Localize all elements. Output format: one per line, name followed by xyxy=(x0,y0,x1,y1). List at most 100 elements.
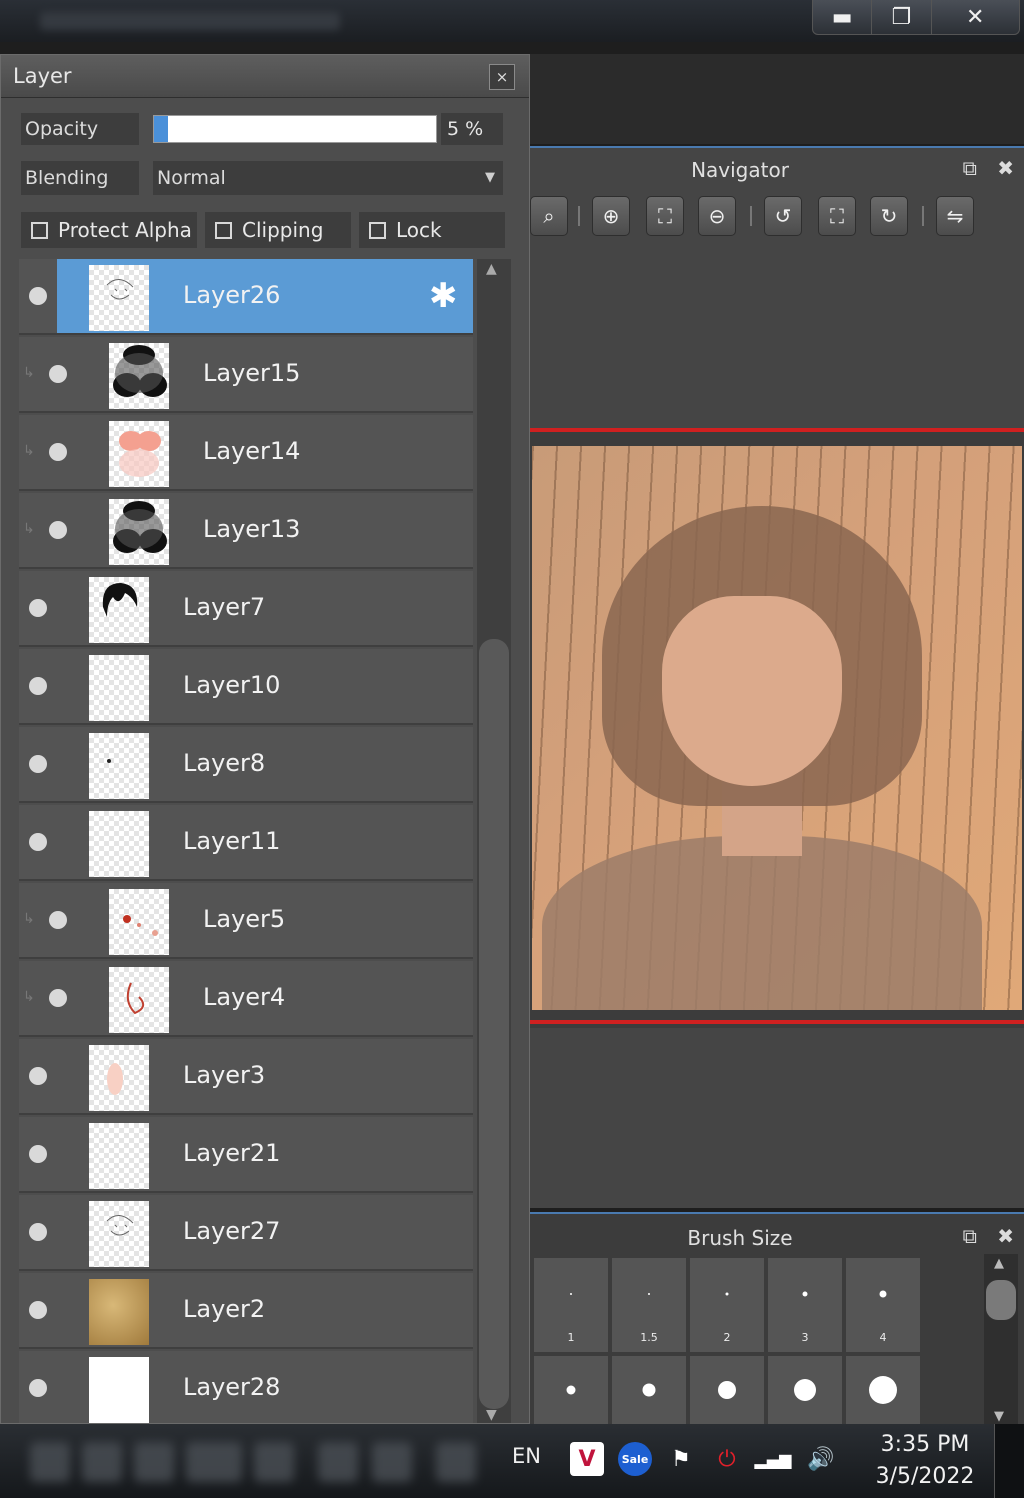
flag-icon[interactable]: ⚑ xyxy=(664,1442,698,1476)
brush-size-option[interactable]: 1.5 xyxy=(612,1258,686,1352)
visibility-toggle-icon[interactable] xyxy=(49,989,67,1007)
opacity-slider[interactable] xyxy=(153,115,437,143)
visibility-toggle-icon[interactable] xyxy=(49,443,67,461)
flip-icon[interactable]: ⇋ xyxy=(936,196,974,236)
layer-row[interactable]: Layer2 xyxy=(19,1273,473,1349)
layer-list-scrollbar[interactable]: ▲ ▼ xyxy=(477,259,511,1423)
show-desktop-button[interactable] xyxy=(994,1424,1024,1498)
layer-row[interactable]: Layer3 xyxy=(19,1039,473,1115)
protect-alpha-checkbox[interactable]: Protect Alpha xyxy=(21,212,197,248)
visibility-toggle-icon[interactable] xyxy=(29,755,47,773)
brush-size-option[interactable] xyxy=(534,1356,608,1424)
visibility-toggle-icon[interactable] xyxy=(49,911,67,929)
visibility-toggle-icon[interactable] xyxy=(49,365,67,383)
brush-size-option[interactable]: 3 xyxy=(768,1258,842,1352)
visibility-toggle-icon[interactable] xyxy=(29,599,47,617)
taskbar-app[interactable] xyxy=(318,1442,358,1482)
taskbar-app[interactable] xyxy=(372,1442,412,1482)
visibility-toggle-icon[interactable] xyxy=(29,1223,47,1241)
layer-row[interactable]: Layer26 ✱ xyxy=(19,259,473,335)
scroll-up-icon[interactable]: ▲ xyxy=(994,1256,1004,1271)
close-icon[interactable]: ✖ xyxy=(997,156,1014,180)
layer-row[interactable]: Layer21 xyxy=(19,1117,473,1193)
opacity-slider-fill xyxy=(154,116,169,142)
opacity-value[interactable]: 5 % xyxy=(441,113,503,145)
layer-row[interactable]: Layer10 xyxy=(19,649,473,725)
brush-size-option[interactable] xyxy=(612,1356,686,1424)
layer-row[interactable]: ↳ Layer13 xyxy=(19,493,473,569)
brush-size-option[interactable]: 1 xyxy=(534,1258,608,1352)
layer-row[interactable]: ↳ Layer14 xyxy=(19,415,473,491)
layer-row[interactable]: Layer7 xyxy=(19,571,473,647)
layer-name: Layer10 xyxy=(183,671,281,699)
clock-date[interactable]: 3/5/2022 xyxy=(870,1464,980,1489)
taskbar-app[interactable] xyxy=(186,1442,242,1482)
taskbar-app[interactable] xyxy=(254,1442,294,1482)
volume-icon[interactable]: 🔊 xyxy=(804,1442,838,1476)
brush-size-dot xyxy=(570,1293,572,1295)
visibility-toggle-icon[interactable] xyxy=(29,287,47,305)
brush-size-option[interactable] xyxy=(690,1356,764,1424)
scrollbar-thumb[interactable] xyxy=(986,1280,1016,1320)
popout-icon[interactable]: ⧉ xyxy=(963,156,977,180)
layer-row[interactable]: ↳ Layer4 xyxy=(19,961,473,1037)
layer-row[interactable]: ↳ Layer5 xyxy=(19,883,473,959)
brush-size-option[interactable] xyxy=(846,1356,920,1424)
close-icon[interactable]: ✖ xyxy=(997,1224,1014,1248)
layer-row[interactable]: Layer8 xyxy=(19,727,473,803)
rotate-right-icon[interactable]: ↻ xyxy=(870,196,908,236)
visibility-toggle-icon[interactable] xyxy=(29,1301,47,1319)
close-button[interactable]: ✕ xyxy=(932,0,1019,34)
layer-panel-header: Layer × xyxy=(1,55,529,98)
zoom-fit-icon[interactable]: ⌕ xyxy=(530,196,568,236)
scrollbar-thumb[interactable] xyxy=(479,639,509,1409)
blending-mode-select[interactable]: Normal ▼ xyxy=(153,161,503,195)
vivaldi-icon[interactable]: V xyxy=(570,1442,604,1476)
brush-size-option[interactable] xyxy=(768,1356,842,1424)
popout-icon[interactable]: ⧉ xyxy=(963,1224,977,1248)
scroll-down-icon[interactable]: ▼ xyxy=(486,1407,497,1423)
taskbar-app[interactable] xyxy=(436,1442,476,1482)
taskbar-app[interactable] xyxy=(82,1442,122,1482)
minimize-button[interactable]: ▬ xyxy=(813,0,873,34)
signal-icon[interactable]: ▂▄▆ xyxy=(755,1442,792,1476)
visibility-toggle-icon[interactable] xyxy=(29,677,47,695)
layer-name: Layer15 xyxy=(203,359,301,387)
taskbar-app[interactable] xyxy=(134,1442,174,1482)
visibility-toggle-icon[interactable] xyxy=(29,833,47,851)
layer-panel-close-button[interactable]: × xyxy=(489,64,515,90)
fit-screen-icon[interactable]: ⛶ xyxy=(646,196,684,236)
reset-view-icon[interactable]: ⛶ xyxy=(818,196,856,236)
layer-row[interactable]: ↳ Layer15 xyxy=(19,337,473,413)
layer-row[interactable]: Layer27 xyxy=(19,1195,473,1271)
clipping-checkbox[interactable]: Clipping xyxy=(205,212,351,248)
layer-settings-gear-icon[interactable]: ✱ xyxy=(429,277,458,315)
scroll-down-icon[interactable]: ▼ xyxy=(994,1409,1004,1424)
sale-icon[interactable]: Sale xyxy=(618,1442,652,1476)
brush-size-scrollbar[interactable]: ▲ ▼ xyxy=(984,1254,1018,1424)
visibility-toggle-icon[interactable] xyxy=(29,1145,47,1163)
visibility-toggle-icon[interactable] xyxy=(49,521,67,539)
brush-size-option[interactable]: 4 xyxy=(846,1258,920,1352)
brush-size-option[interactable]: 2 xyxy=(690,1258,764,1352)
restore-button[interactable]: ❐ xyxy=(872,0,932,34)
clipping-indicator-icon: ↳ xyxy=(23,911,35,927)
rotate-left-icon[interactable]: ↺ xyxy=(764,196,802,236)
lock-checkbox[interactable]: Lock xyxy=(359,212,505,248)
visibility-toggle-icon[interactable] xyxy=(29,1379,47,1397)
layer-row[interactable]: Layer11 xyxy=(19,805,473,881)
layer-name: Layer13 xyxy=(203,515,301,543)
visibility-toggle-icon[interactable] xyxy=(29,1067,47,1085)
navigator-preview[interactable] xyxy=(530,428,1024,1028)
navigator-title: Navigator xyxy=(691,158,789,182)
power-icon[interactable]: ⏻ xyxy=(710,1442,744,1476)
language-indicator[interactable]: EN xyxy=(512,1444,541,1468)
layer-row[interactable]: Layer28 xyxy=(19,1351,473,1423)
clock-time[interactable]: 3:35 PM xyxy=(870,1432,980,1457)
zoom-out-icon[interactable]: ⊖ xyxy=(698,196,736,236)
layer-list: Layer26 ✱ ↳ Layer15 ↳ Layer14 ↳ Layer13 Layer7 La… xyxy=(19,259,475,1423)
scroll-up-icon[interactable]: ▲ xyxy=(486,261,497,277)
zoom-in-icon[interactable]: ⊕ xyxy=(592,196,630,236)
taskbar-app[interactable] xyxy=(30,1442,70,1482)
view-frame-bottom xyxy=(530,1020,1024,1024)
